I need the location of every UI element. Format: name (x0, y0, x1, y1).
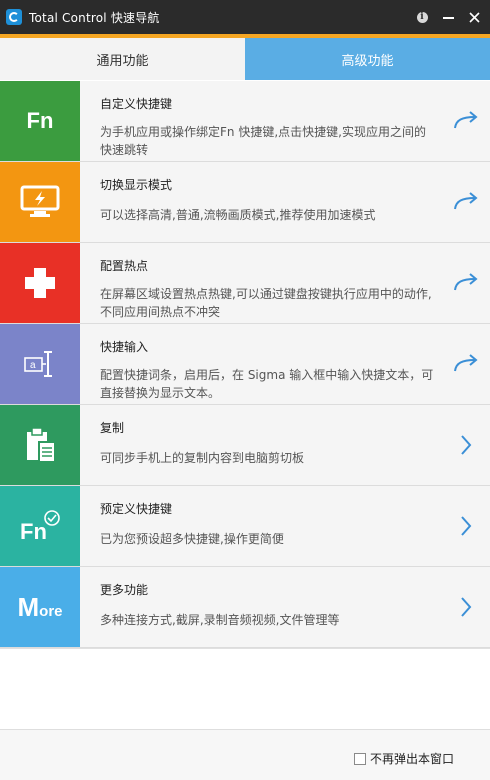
jump-arrow-button[interactable] (452, 350, 480, 378)
jump-arrow-button[interactable] (452, 269, 480, 297)
tile-display-mode (0, 162, 80, 242)
empty-list-area (0, 648, 490, 730)
tile-quick-input: a (0, 324, 80, 404)
item-description: 为手机应用或操作绑定Fn 快捷键,点击快捷键,实现应用之间的快速跳转 (100, 125, 426, 157)
jump-arrow-icon (454, 354, 478, 372)
tile-copy (0, 405, 80, 485)
dont-show-again-option[interactable]: 不再弹出本窗口 (354, 750, 454, 767)
tab-general[interactable]: 通用功能 (0, 38, 245, 80)
item-title: 快捷输入 (100, 340, 149, 354)
minimize-icon (442, 17, 454, 19)
close-button[interactable] (464, 7, 484, 27)
dont-show-again-label: 不再弹出本窗口 (370, 752, 455, 766)
title-bar: Total Control 快速导航 i (0, 0, 490, 34)
window-title: Total Control 快速导航 (29, 10, 160, 25)
item-description: 已为您预设超多快捷键,操作更简便 (100, 532, 284, 546)
more-big-letter: M (17, 591, 40, 622)
text-input-icon: a (24, 351, 52, 377)
input-a-glyph: a (30, 360, 36, 371)
chevron-button[interactable] (452, 512, 480, 540)
info-button[interactable]: i (412, 7, 432, 27)
jump-arrow-icon (454, 192, 478, 210)
tile-hotspot (0, 243, 80, 323)
item-title: 预定义快捷键 (100, 502, 173, 516)
item-title: 自定义快捷键 (100, 97, 173, 111)
fn-icon: Fn (26, 108, 54, 133)
item-description: 配置快捷词条，启用后，在 Sigma 输入框中输入快捷文本，可直接替换为显示文本… (100, 368, 434, 400)
jump-arrow-icon (454, 111, 478, 129)
app-logo-icon (6, 9, 22, 25)
tile-custom-shortcut: Fn (0, 81, 80, 161)
item-title: 复制 (100, 421, 125, 435)
close-icon (468, 11, 480, 23)
chevron-button[interactable] (452, 431, 480, 459)
tile-predefined-shortcut: Fn (0, 486, 80, 566)
window-controls: i (412, 0, 490, 34)
tab-advanced[interactable]: 高级功能 (245, 38, 490, 80)
feature-list: Fn 自定义快捷键 为手机应用或操作绑定Fn 快捷键,点击快捷键,实现应用之间的… (0, 81, 490, 648)
list-item-predefined-shortcut[interactable]: Fn 预定义快捷键 已为您预设超多快捷键,操作更简便 (0, 486, 490, 567)
dont-show-again-checkbox[interactable] (354, 752, 366, 765)
more-small-letters: ore (39, 602, 63, 620)
chevron-button[interactable] (452, 593, 480, 621)
chevron-right-icon (461, 597, 472, 617)
list-item-custom-shortcut[interactable]: Fn 自定义快捷键 为手机应用或操作绑定Fn 快捷键,点击快捷键,实现应用之间的… (0, 81, 490, 162)
list-item-quick-input[interactable]: a 快捷输入 配置快捷词条，启用后，在 Sigma 输入框中输入快捷文本，可直接… (0, 324, 490, 405)
chevron-right-icon (461, 516, 472, 536)
item-title: 切换显示模式 (100, 178, 173, 192)
list-item-more-features[interactable]: More 更多功能 多种连接方式,截屏,录制音频视频,文件管理等 (0, 567, 490, 648)
jump-arrow-button[interactable] (452, 188, 480, 216)
list-item-hotspot[interactable]: 配置热点 在屏幕区域设置热点热键,可以通过键盘按键执行应用中的动作,不同应用间热… (0, 243, 490, 324)
minimize-button[interactable] (438, 7, 458, 27)
more-icon: More (17, 592, 62, 623)
footer-bar: 不再弹出本窗口 (0, 729, 490, 780)
list-item-display-mode[interactable]: 切换显示模式 可以选择高清,普通,流畅画质模式,推荐使用加速模式 (0, 162, 490, 243)
monitor-icon (20, 185, 60, 217)
tile-more-features: More (0, 567, 80, 647)
item-description: 可以选择高清,普通,流畅画质模式,推荐使用加速模式 (100, 208, 376, 222)
fn-check-icon: Fn (20, 510, 60, 543)
info-icon: i (416, 11, 428, 23)
item-description: 在屏幕区域设置热点热键,可以通过键盘按键执行应用中的动作,不同应用间热点不冲突 (100, 287, 432, 319)
jump-arrow-icon (454, 273, 478, 291)
item-description: 可同步手机上的复制内容到电脑剪切板 (100, 451, 305, 465)
list-item-copy[interactable]: 复制 可同步手机上的复制内容到电脑剪切板 (0, 405, 490, 486)
item-title: 配置热点 (100, 259, 149, 273)
tab-bar: 通用功能 高级功能 (0, 38, 490, 80)
item-description: 多种连接方式,截屏,录制音频视频,文件管理等 (100, 613, 340, 627)
jump-arrow-button[interactable] (452, 107, 480, 135)
clipboard-icon (27, 427, 56, 463)
chevron-right-icon (461, 435, 472, 455)
fn-check-glyph: Fn (20, 519, 47, 543)
item-title: 更多功能 (100, 583, 149, 597)
plus-cross-icon (25, 268, 55, 298)
